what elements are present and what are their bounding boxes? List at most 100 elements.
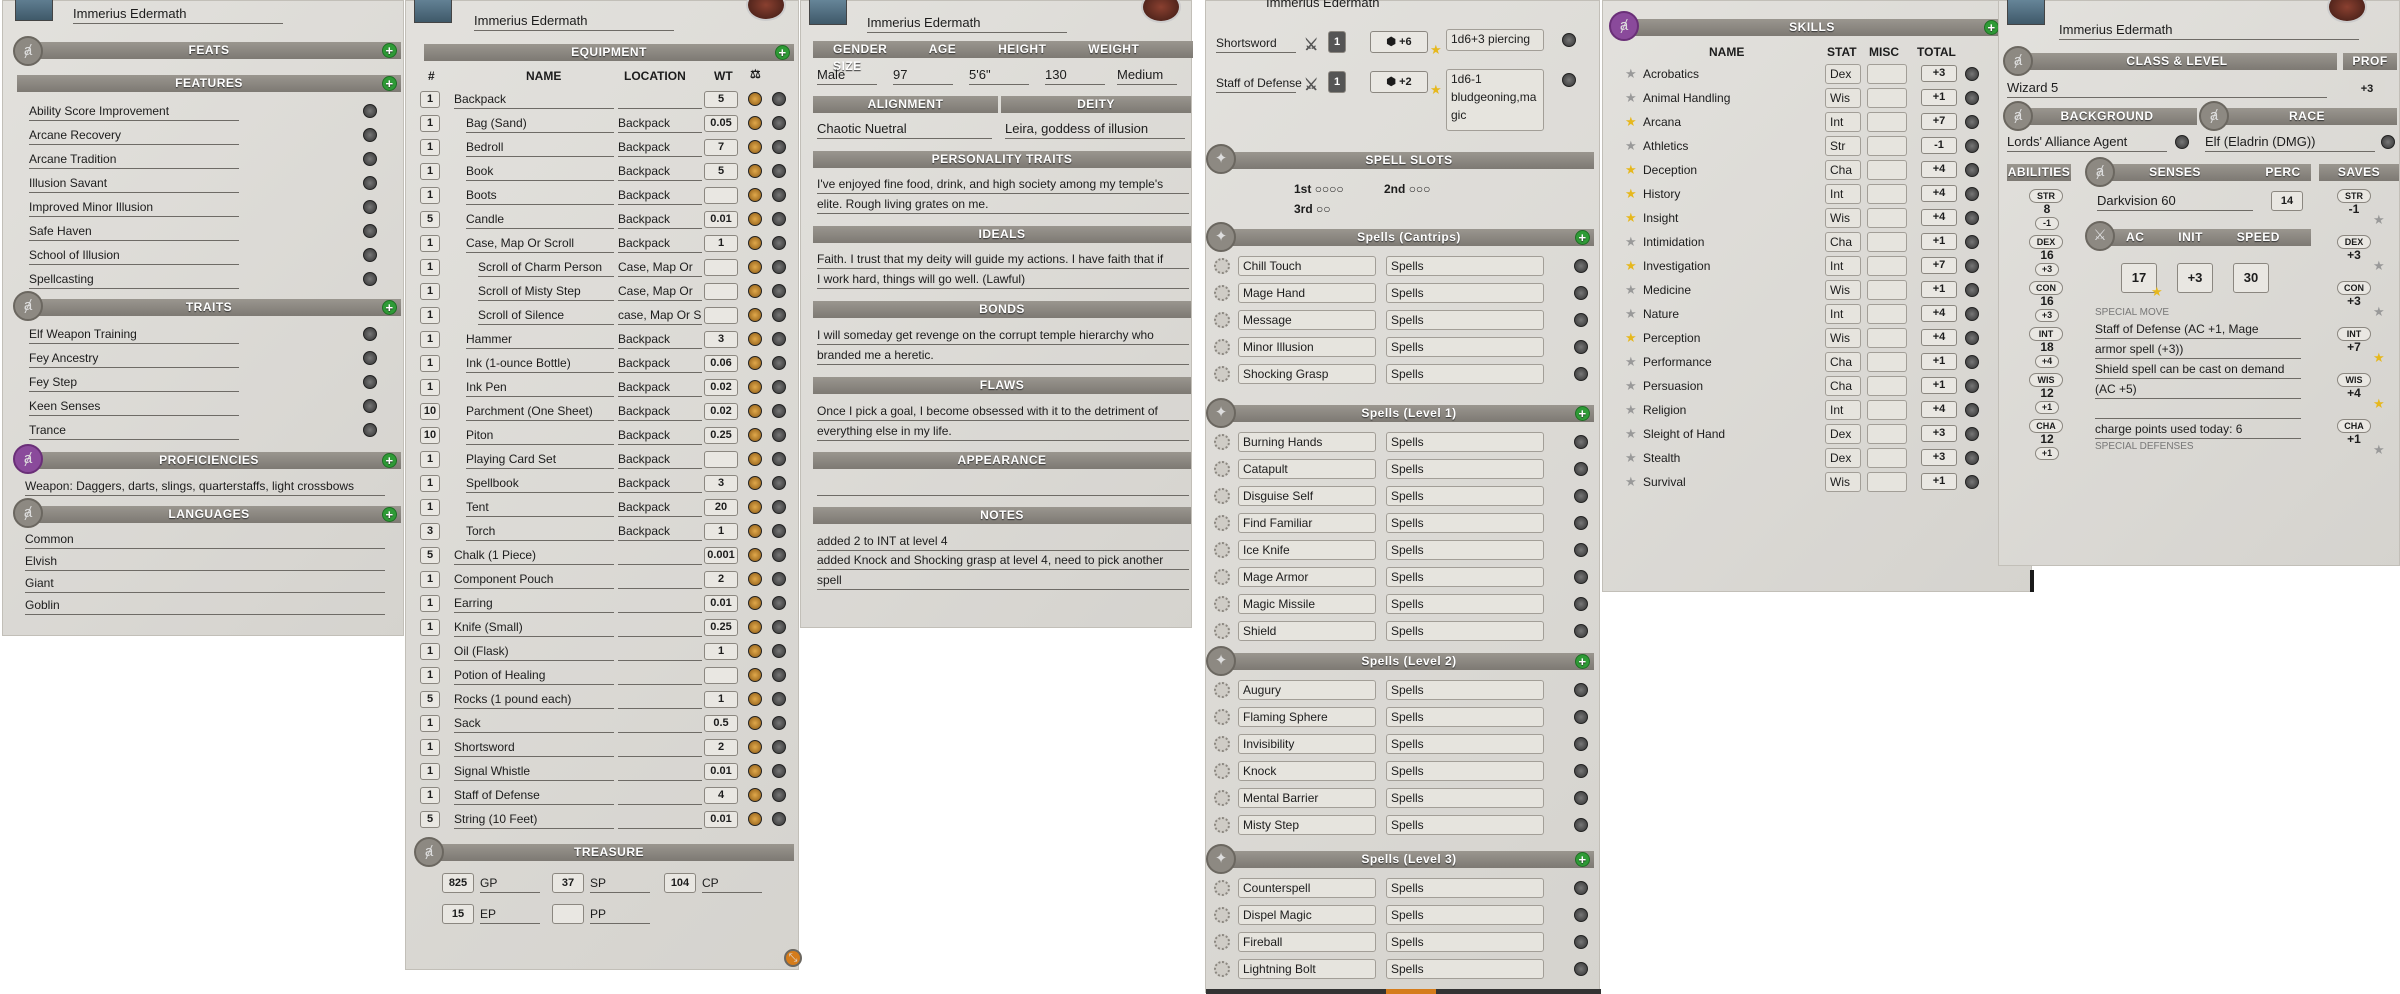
item-carried-icon[interactable] (748, 644, 762, 658)
spell-source[interactable]: Spells (1386, 364, 1544, 384)
spell-link-icon[interactable] (1574, 737, 1588, 751)
item-location[interactable] (618, 641, 702, 661)
item-carried-icon[interactable] (748, 428, 762, 442)
ability-score[interactable]: 8 (2035, 201, 2059, 217)
item-name[interactable]: Signal Whistle (454, 761, 614, 781)
item-name[interactable]: Parchment (One Sheet) (466, 401, 614, 421)
item-link-icon[interactable] (772, 260, 786, 274)
item-link-icon[interactable] (772, 404, 786, 418)
item-location[interactable]: Backpack (618, 209, 702, 229)
trait-link-icon[interactable] (363, 351, 377, 365)
item-count[interactable]: 1 (420, 235, 440, 252)
coin-amount[interactable] (552, 904, 584, 924)
spell-source[interactable]: Spells (1386, 256, 1544, 276)
item-carried-icon[interactable] (748, 236, 762, 250)
add-feature-button[interactable]: + (382, 76, 397, 91)
skill-prof-star-icon[interactable]: ★ (1625, 475, 1637, 489)
item-location[interactable]: Backpack (618, 161, 702, 181)
spell-source[interactable]: Spells (1386, 283, 1544, 303)
notes-line-2[interactable]: added Knock and Shocking grasp at level … (817, 550, 1189, 570)
add-spell-button[interactable]: + (1575, 230, 1590, 245)
item-weight[interactable]: 1 (704, 643, 738, 660)
spell-source[interactable]: Spells (1386, 815, 1544, 835)
skill-misc[interactable] (1867, 256, 1907, 276)
skill-stat[interactable]: Wis (1825, 472, 1861, 492)
spell-prepared-icon[interactable] (1214, 312, 1230, 328)
spell-prepared-icon[interactable] (1214, 488, 1230, 504)
item-name[interactable]: Knife (Small) (454, 617, 614, 637)
skill-stat[interactable]: Int (1825, 184, 1861, 204)
defense-line[interactable]: (AC +5) (2095, 379, 2301, 399)
skill-link-icon[interactable] (1965, 67, 1979, 81)
spell-source[interactable]: Spells (1386, 878, 1544, 898)
spell-prepared-icon[interactable] (1214, 880, 1230, 896)
personality-line-1[interactable]: I've enjoyed fine food, drink, and high … (817, 174, 1189, 194)
spell-link-icon[interactable] (1574, 543, 1588, 557)
spell-source[interactable]: Spells (1386, 932, 1544, 952)
item-location[interactable] (618, 569, 702, 589)
item-weight[interactable]: 1 (704, 691, 738, 708)
feature-link-icon[interactable] (363, 224, 377, 238)
trait-link-icon[interactable] (363, 399, 377, 413)
spell-link-icon[interactable] (1574, 683, 1588, 697)
item-carried-icon[interactable] (748, 188, 762, 202)
skill-link-icon[interactable] (1965, 139, 1979, 153)
item-weight[interactable]: 2 (704, 571, 738, 588)
character-portrait[interactable] (15, 0, 53, 21)
skill-misc[interactable] (1867, 184, 1907, 204)
item-carried-icon[interactable] (748, 332, 762, 346)
coin-amount[interactable]: 37 (552, 873, 584, 893)
item-weight[interactable]: 0.01 (704, 211, 738, 228)
item-count[interactable]: 1 (420, 475, 440, 492)
coin-amount[interactable]: 825 (442, 873, 474, 893)
carried-toggle-icon[interactable]: ⚖ (750, 67, 761, 81)
weapon-prof-star-icon[interactable]: ★ (1430, 43, 1442, 57)
character-name-3[interactable]: Immerius Edermath (867, 13, 1067, 33)
flaws-line-1[interactable]: Once I pick a goal, I become obsessed wi… (817, 401, 1189, 421)
weight-field[interactable]: 130 (1045, 65, 1105, 85)
spell-prepared-icon[interactable] (1214, 736, 1230, 752)
item-weight[interactable]: 0.02 (704, 403, 738, 420)
item-name[interactable]: Bag (Sand) (466, 113, 614, 133)
spell-source[interactable]: Spells (1386, 734, 1544, 754)
skill-link-icon[interactable] (1965, 259, 1979, 273)
item-location[interactable]: Backpack (618, 185, 702, 205)
item-location[interactable] (618, 545, 702, 565)
spell-name[interactable]: Lightning Bolt (1238, 959, 1376, 979)
spell-source[interactable]: Spells (1386, 459, 1544, 479)
skill-prof-star-icon[interactable]: ★ (1625, 163, 1637, 177)
skill-name[interactable]: Performance (1643, 352, 1712, 372)
item-count[interactable]: 1 (420, 787, 440, 804)
skill-name[interactable]: Perception (1643, 328, 1700, 348)
spell-link-icon[interactable] (1574, 286, 1588, 300)
item-count[interactable]: 1 (420, 187, 440, 204)
item-count[interactable]: 1 (420, 451, 440, 468)
feature-item[interactable]: Illusion Savant (29, 173, 239, 193)
item-name[interactable]: String (10 Feet) (454, 809, 614, 829)
item-name[interactable]: Spellbook (466, 473, 614, 493)
item-weight[interactable] (704, 187, 738, 204)
skill-stat[interactable]: Int (1825, 400, 1861, 420)
add-language-button[interactable]: + (382, 507, 397, 522)
character-name-2[interactable]: Immerius Edermath (474, 11, 674, 31)
skill-misc[interactable] (1867, 280, 1907, 300)
item-link-icon[interactable] (772, 116, 786, 130)
skill-stat[interactable]: Cha (1825, 160, 1861, 180)
item-weight[interactable]: 5 (704, 163, 738, 180)
item-name[interactable]: Component Pouch (454, 569, 614, 589)
background-link-icon[interactable] (2175, 135, 2189, 149)
item-name[interactable]: Playing Card Set (466, 449, 614, 469)
save-prof-star-icon[interactable]: ★ (2373, 305, 2385, 319)
skill-prof-star-icon[interactable]: ★ (1625, 235, 1637, 249)
skill-link-icon[interactable] (1965, 115, 1979, 129)
item-weight[interactable]: 7 (704, 139, 738, 156)
spell-link-icon[interactable] (1574, 597, 1588, 611)
skill-name[interactable]: Religion (1643, 400, 1686, 420)
spell-source[interactable]: Spells (1386, 513, 1544, 533)
item-link-icon[interactable] (772, 620, 786, 634)
item-carried-icon[interactable] (748, 524, 762, 538)
item-carried-icon[interactable] (748, 596, 762, 610)
slot-3-marks[interactable]: ○○ (1316, 202, 1331, 216)
item-weight[interactable]: 0.25 (704, 619, 738, 636)
item-count[interactable]: 1 (420, 259, 440, 276)
